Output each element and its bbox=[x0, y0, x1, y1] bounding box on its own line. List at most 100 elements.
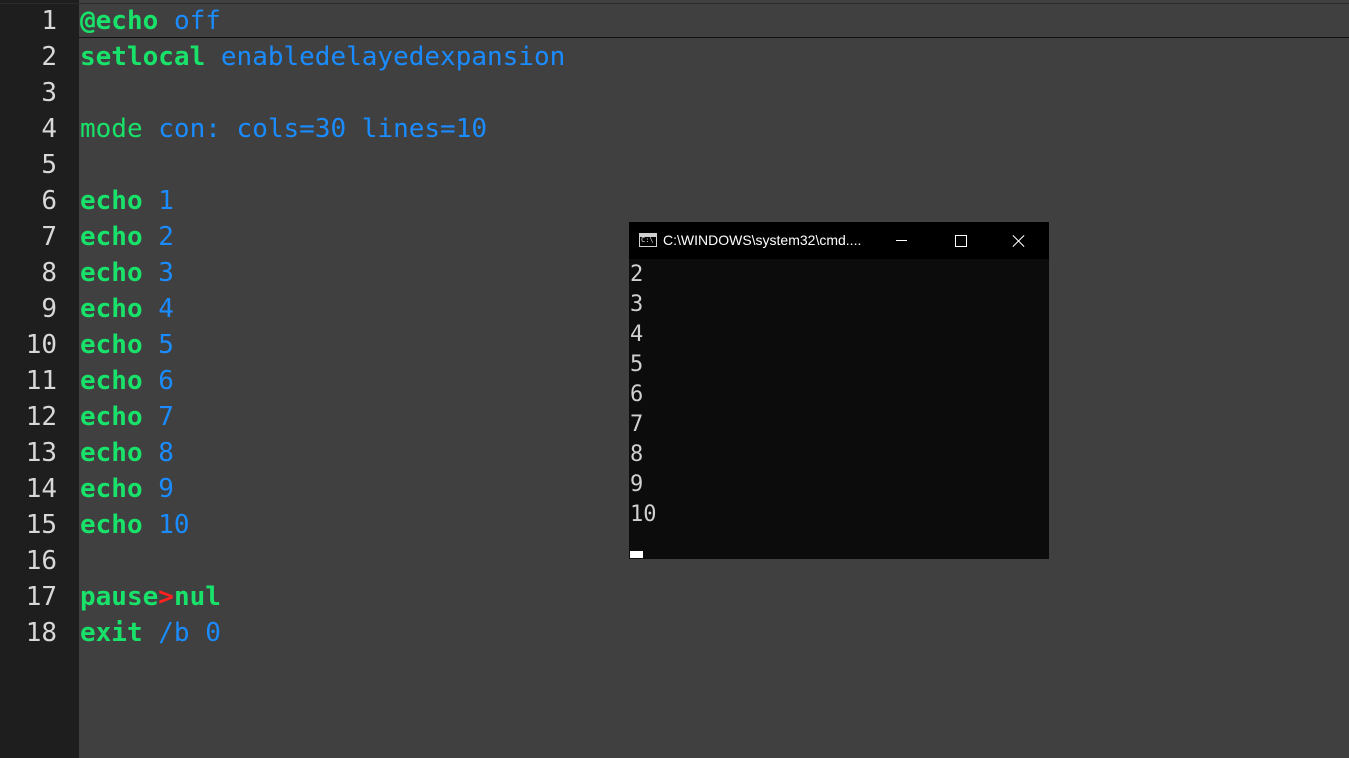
code-text[interactable]: pause>nul bbox=[80, 579, 221, 615]
line-number: 9 bbox=[41, 294, 57, 324]
code-token: echo bbox=[80, 402, 143, 432]
code-text[interactable]: setlocal enabledelayedexpansion bbox=[80, 39, 565, 75]
code-token: @echo bbox=[80, 6, 159, 36]
code-line[interactable]: 2 setlocal enabledelayedexpansion bbox=[0, 39, 1349, 75]
code-token: echo bbox=[80, 438, 143, 468]
code-token: mode bbox=[80, 114, 143, 144]
code-token: con: cols=30 lines=10 bbox=[158, 114, 488, 144]
line-number: 4 bbox=[41, 114, 57, 144]
code-token: echo bbox=[80, 186, 143, 216]
code-text[interactable]: echo 6 bbox=[80, 363, 174, 399]
code-token: echo bbox=[80, 222, 143, 252]
code-token: nul bbox=[173, 582, 221, 612]
code-token: 4 bbox=[158, 294, 174, 324]
code-text[interactable]: echo 9 bbox=[80, 471, 174, 507]
code-token: 1 bbox=[158, 186, 174, 216]
line-number: 1 bbox=[41, 6, 57, 36]
code-token: 2 bbox=[158, 222, 174, 252]
code-line[interactable]: 17 pause>nul bbox=[0, 579, 1349, 615]
code-token: > bbox=[158, 582, 174, 612]
code-token: 3 bbox=[158, 258, 174, 288]
console-window[interactable]: C:\ C:\WINDOWS\system32\cmd.... 2 3 4 5 6 7 8 9… bbox=[629, 222, 1049, 559]
maximize-button[interactable] bbox=[931, 222, 989, 259]
console-titlebar[interactable]: C:\ C:\WINDOWS\system32\cmd.... bbox=[629, 222, 1049, 259]
minimize-icon bbox=[896, 240, 907, 241]
maximize-icon bbox=[955, 235, 967, 247]
console-output-line: 5 bbox=[630, 352, 644, 377]
line-number: 13 bbox=[25, 438, 57, 468]
code-text[interactable]: echo 1 bbox=[80, 183, 174, 219]
console-output: 2 3 4 5 6 7 8 9 10 bbox=[630, 260, 1045, 530]
console-output-line: 3 bbox=[630, 292, 644, 317]
code-token: 5 bbox=[158, 330, 174, 360]
code-text[interactable]: echo 8 bbox=[80, 435, 174, 471]
line-number: 6 bbox=[41, 186, 57, 216]
code-token: echo bbox=[80, 294, 143, 324]
line-number: 2 bbox=[41, 42, 57, 72]
code-text[interactable]: mode con: cols=30 lines=10 bbox=[80, 111, 487, 147]
line-number: 5 bbox=[41, 150, 57, 180]
code-text[interactable]: echo 10 bbox=[80, 507, 190, 543]
code-token: echo bbox=[80, 330, 143, 360]
minimize-button[interactable] bbox=[873, 222, 931, 259]
line-number: 15 bbox=[25, 510, 57, 540]
code-text[interactable]: @echo off bbox=[80, 3, 221, 39]
code-line[interactable]: 3 bbox=[0, 75, 1349, 111]
code-text[interactable]: echo 5 bbox=[80, 327, 174, 363]
code-line[interactable]: 18 exit /b 0 bbox=[0, 615, 1349, 651]
line-number: 3 bbox=[41, 78, 57, 108]
code-text[interactable]: exit /b 0 bbox=[80, 615, 221, 651]
code-token: echo bbox=[80, 366, 143, 396]
line-number: 8 bbox=[41, 258, 57, 288]
code-text[interactable]: echo 7 bbox=[80, 399, 174, 435]
code-token: echo bbox=[80, 474, 143, 504]
code-token: echo bbox=[80, 510, 143, 540]
code-text[interactable]: echo 4 bbox=[80, 291, 174, 327]
code-token: off bbox=[173, 6, 221, 36]
cmd-icon-text: C:\ bbox=[641, 236, 654, 244]
code-line[interactable]: 6 echo 1 bbox=[0, 183, 1349, 219]
line-number: 10 bbox=[25, 330, 57, 360]
console-title: C:\WINDOWS\system32\cmd.... bbox=[663, 232, 862, 248]
code-line[interactable]: 5 bbox=[0, 147, 1349, 183]
line-number: 14 bbox=[25, 474, 57, 504]
code-token: setlocal bbox=[80, 42, 206, 72]
console-output-line: 10 bbox=[630, 502, 657, 527]
code-text[interactable]: echo 3 bbox=[80, 255, 174, 291]
console-output-line: 9 bbox=[630, 472, 644, 497]
line-number: 18 bbox=[25, 618, 57, 648]
line-number: 17 bbox=[25, 582, 57, 612]
code-text[interactable]: echo 2 bbox=[80, 219, 174, 255]
console-output-line: 6 bbox=[630, 382, 644, 407]
code-token: 9 bbox=[158, 474, 174, 504]
close-button[interactable] bbox=[989, 222, 1047, 259]
code-token: 10 bbox=[158, 510, 190, 540]
code-line[interactable]: 4 mode con: cols=30 lines=10 bbox=[0, 111, 1349, 147]
line-number: 12 bbox=[25, 402, 57, 432]
code-token: 8 bbox=[158, 438, 174, 468]
close-icon bbox=[1012, 234, 1025, 247]
code-token: enabledelayedexpansion bbox=[220, 42, 566, 72]
console-cursor bbox=[630, 551, 643, 558]
line-number: 16 bbox=[25, 546, 57, 576]
console-output-line: 2 bbox=[630, 262, 644, 287]
line-number: 7 bbox=[41, 222, 57, 252]
code-line[interactable]: 1 @echo off bbox=[0, 3, 1349, 39]
code-token: 7 bbox=[158, 402, 174, 432]
console-output-line: 8 bbox=[630, 442, 644, 467]
code-token: exit bbox=[80, 618, 143, 648]
console-output-line: 7 bbox=[630, 412, 644, 437]
